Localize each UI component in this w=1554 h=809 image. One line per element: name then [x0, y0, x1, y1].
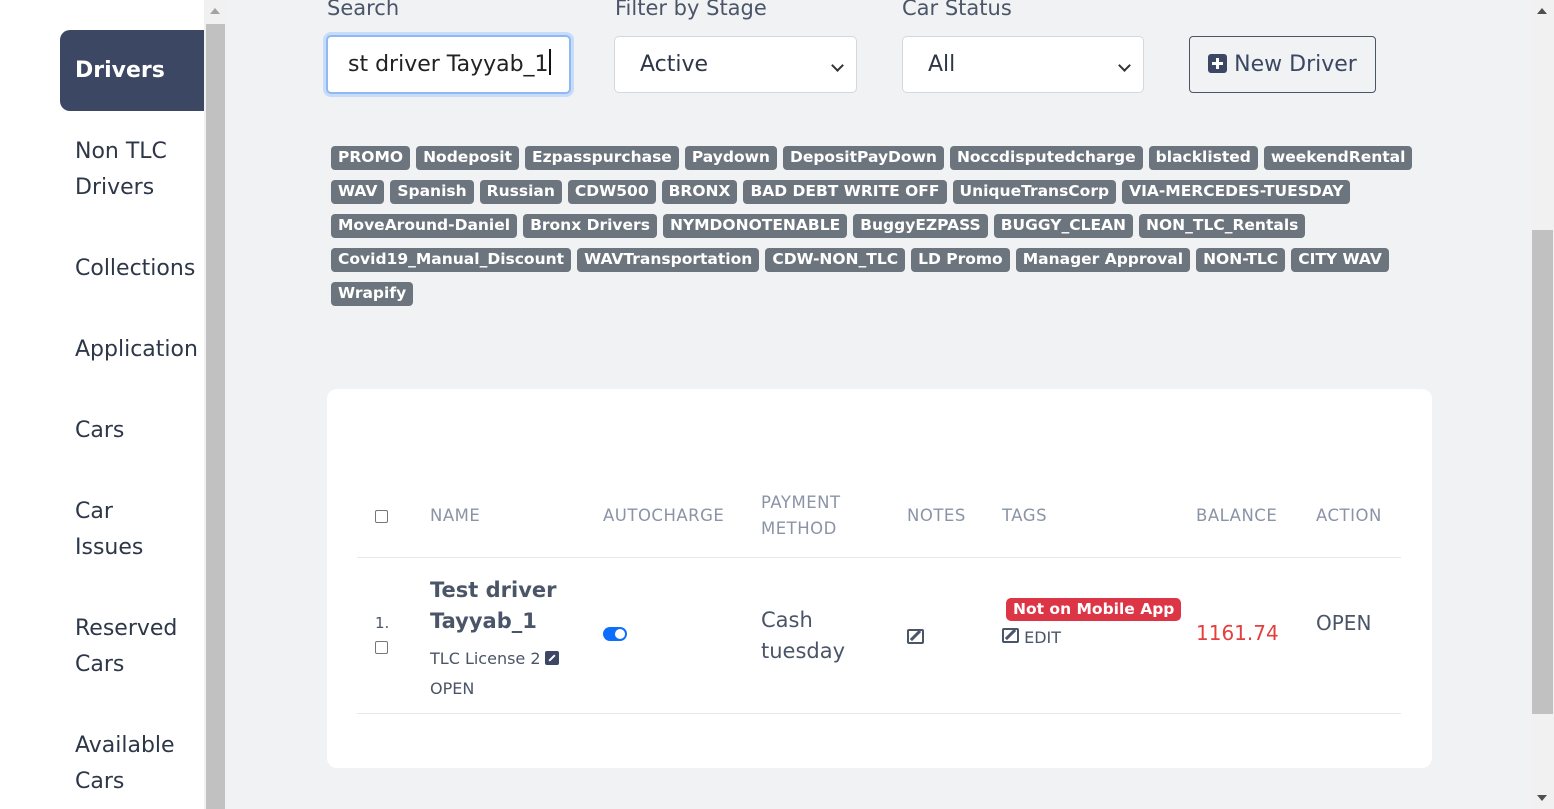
- tag-chip[interactable]: weekendRental: [1263, 146, 1413, 170]
- tag-chip[interactable]: WAVTransportation: [577, 248, 760, 272]
- tag-chip[interactable]: Bronx Drivers: [523, 214, 657, 238]
- header-payment-line1: PAYMENT: [761, 493, 841, 512]
- car-status-label: Car Status: [902, 0, 1012, 20]
- tag-chip[interactable]: Russian: [479, 180, 562, 204]
- tag-chip[interactable]: CDW500: [567, 180, 656, 204]
- row-divider: [357, 713, 1401, 714]
- sidebar-item-cars[interactable]: Cars: [60, 413, 204, 449]
- driver-license: TLC License 2: [430, 643, 559, 674]
- tag-chip[interactable]: CITY WAV: [1291, 248, 1389, 272]
- tag-chip[interactable]: PROMO: [331, 146, 411, 170]
- tag-chip[interactable]: LD Promo: [911, 248, 1010, 272]
- driver-license-text: TLC License 2: [430, 649, 541, 668]
- driver-name-link[interactable]: Test driver Tayyab_1: [430, 575, 557, 637]
- tag-chip[interactable]: Wrapify: [331, 282, 414, 306]
- tag-chip[interactable]: Noccdisputedcharge: [949, 146, 1143, 170]
- edit-note-icon[interactable]: [907, 629, 924, 644]
- scroll-down-arrow-icon[interactable]: [1537, 795, 1547, 801]
- car-status-value: All: [928, 52, 956, 77]
- tags-edit-label: EDIT: [1024, 628, 1062, 647]
- new-driver-button[interactable]: New Driver: [1189, 36, 1376, 93]
- tag-chip[interactable]: BRONX: [661, 180, 738, 204]
- header-autocharge[interactable]: AUTOCHARGE: [603, 503, 724, 529]
- scroll-up-arrow-icon[interactable]: [210, 8, 220, 14]
- driver-name-line2: Tayyab_1: [430, 609, 537, 633]
- tag-chip[interactable]: NYMDONOTENABLE: [662, 214, 848, 238]
- payment-method: Cash tuesday: [761, 605, 845, 667]
- status-badge: Not on Mobile App: [1006, 598, 1182, 621]
- tag-chip[interactable]: DepositPayDown: [782, 146, 944, 170]
- sidebar-item-car-issues[interactable]: Car Issues: [60, 494, 204, 566]
- stage-filter-select[interactable]: Active: [614, 36, 857, 93]
- notes-edit[interactable]: [907, 622, 924, 653]
- tag-chip[interactable]: MoveAround-Daniel: [331, 214, 518, 238]
- external-link-icon[interactable]: [544, 651, 559, 665]
- tag-chip[interactable]: BAD DEBT WRITE OFF: [743, 180, 947, 204]
- new-driver-label: New Driver: [1234, 52, 1357, 77]
- sidebar-scrollbar-thumb[interactable]: [206, 24, 225, 809]
- sidebar-item-reserved-cars[interactable]: Reserved Cars: [60, 611, 204, 683]
- tag-chip[interactable]: VIA-MERCEDES-TUESDAY: [1122, 180, 1351, 204]
- sidebar-item-non-tlc-drivers[interactable]: Non TLC Drivers: [60, 134, 204, 206]
- tag-chip[interactable]: CDW-NON_TLC: [765, 248, 906, 272]
- sidebar-item-available-cars[interactable]: Available Cars: [60, 728, 204, 800]
- tag-chip[interactable]: Manager Approval: [1015, 248, 1191, 272]
- header-balance[interactable]: BALANCE: [1196, 503, 1277, 529]
- tag-chip[interactable]: Paydown: [684, 146, 777, 170]
- tag-chip[interactable]: Ezpasspurchase: [525, 146, 679, 170]
- tag-chip[interactable]: blacklisted: [1148, 146, 1258, 170]
- tag-filter-list: PROMO Nodeposit Ezpasspurchase Paydown Depos…: [331, 146, 1441, 306]
- search-input[interactable]: st driver Tayyab_1: [326, 35, 571, 94]
- autocharge-toggle[interactable]: [603, 627, 627, 641]
- sidebar-item-collections[interactable]: Collections: [60, 251, 204, 287]
- tags-edit-button[interactable]: EDIT: [1002, 627, 1061, 649]
- scroll-up-arrow-icon[interactable]: [1537, 8, 1547, 14]
- tag-chip[interactable]: UniqueTransCorp: [952, 180, 1117, 204]
- header-payment-line2: METHOD: [761, 519, 837, 538]
- header-payment-method[interactable]: PAYMENT METHOD: [761, 490, 841, 542]
- search-input-value: st driver Tayyab_1: [348, 52, 549, 77]
- row-checkbox[interactable]: [375, 641, 388, 654]
- stage-filter-label: Filter by Stage: [615, 0, 767, 20]
- sidebar-scrollbar[interactable]: [204, 0, 227, 809]
- tag-chip[interactable]: Spanish: [390, 180, 474, 204]
- sidebar-item-application[interactable]: Application: [60, 332, 204, 368]
- action-value[interactable]: OPEN: [1316, 608, 1371, 639]
- row-index: 1.: [375, 614, 390, 632]
- balance-value: 1161.74: [1196, 621, 1279, 645]
- header-action[interactable]: ACTION: [1316, 503, 1382, 529]
- car-status-select[interactable]: All: [902, 36, 1144, 93]
- plus-square-icon: [1208, 54, 1228, 73]
- page-scrollbar-thumb[interactable]: [1532, 230, 1553, 714]
- payment-method-line1: Cash: [761, 608, 813, 632]
- header-divider: [357, 557, 1401, 558]
- select-all-checkbox[interactable]: [375, 510, 388, 523]
- header-tags[interactable]: TAGS: [1002, 503, 1047, 529]
- chevron-down-icon: [1118, 59, 1131, 72]
- stage-filter-value: Active: [640, 52, 709, 77]
- search-label: Search: [327, 0, 400, 20]
- tag-chip[interactable]: BuggyEZPASS: [853, 214, 988, 238]
- tag-chip[interactable]: NON-TLC: [1196, 248, 1286, 272]
- payment-method-line2: tuesday: [761, 639, 846, 663]
- sidebar-item-drivers[interactable]: Drivers: [60, 30, 204, 111]
- tag-chip[interactable]: BUGGY_CLEAN: [993, 214, 1134, 238]
- tag-chip[interactable]: NON_TLC_Rentals: [1139, 214, 1306, 238]
- chevron-down-icon: [831, 59, 844, 72]
- tag-chip[interactable]: WAV: [331, 180, 385, 204]
- edit-icon: [1002, 628, 1019, 643]
- page-scrollbar[interactable]: [1531, 0, 1554, 809]
- tag-chip[interactable]: Nodeposit: [416, 146, 519, 170]
- driver-name-line1: Test driver: [430, 578, 557, 602]
- header-name[interactable]: NAME: [430, 503, 480, 529]
- drivers-table-card: NAME AUTOCHARGE PAYMENT METHOD NOTES TAG…: [327, 389, 1432, 768]
- header-notes[interactable]: NOTES: [907, 503, 966, 529]
- driver-status: OPEN: [430, 679, 475, 698]
- tag-chip[interactable]: Covid19_Manual_Discount: [331, 248, 572, 272]
- sidebar: Drivers Non TLC Drivers Collections Appl…: [0, 0, 204, 809]
